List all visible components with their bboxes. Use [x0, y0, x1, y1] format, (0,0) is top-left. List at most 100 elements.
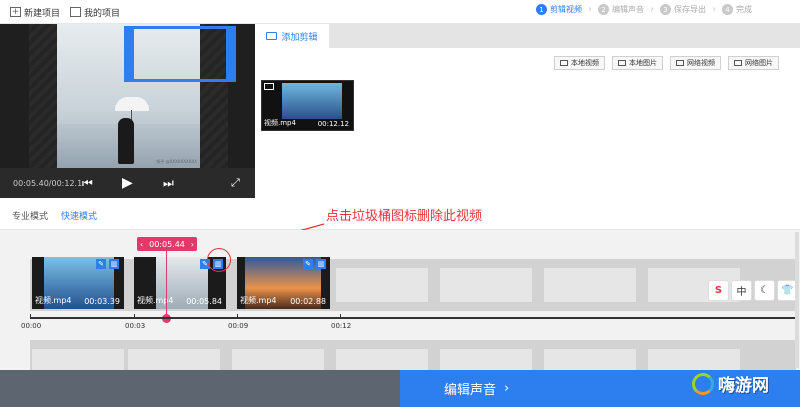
- local-image-button[interactable]: 本地图片: [612, 56, 663, 70]
- local-video-label: 本地视频: [571, 59, 599, 67]
- edit-icon[interactable]: ✎: [96, 259, 106, 269]
- ruler-label: 00:03: [125, 322, 146, 330]
- audio-track: [30, 340, 796, 370]
- step-save-export: 3 保存导出: [660, 4, 706, 15]
- step-number: 3: [660, 4, 671, 15]
- chevron-right-icon: ›: [650, 4, 654, 15]
- trash-icon[interactable]: ▥: [316, 259, 326, 269]
- trash-icon[interactable]: ▥: [109, 259, 119, 269]
- sogou-icon[interactable]: S: [708, 280, 729, 301]
- camera-icon: [264, 83, 274, 90]
- my-projects-button[interactable]: 我的项目: [70, 5, 120, 19]
- thumbnail-duration: 00:12.12: [317, 120, 349, 128]
- video-icon: [560, 60, 568, 66]
- empty-slot: [544, 268, 636, 302]
- step-number: 2: [598, 4, 609, 15]
- timeline: ✎ ▥ 视频.mp4 00:03.39 ✎ ▥ 视频.mp4 00:05.84 …: [0, 230, 800, 370]
- selected-clip-frame[interactable]: [124, 26, 236, 82]
- empty-slot: [336, 349, 428, 370]
- web-image-button[interactable]: 网络图片: [728, 56, 779, 70]
- step-label: 编辑声音: [612, 5, 644, 14]
- player-controls: 00:05.40/00:12.1 ⏮ ▶ ⏭ ⤢: [0, 168, 255, 198]
- chevron-right-icon: ›: [588, 4, 592, 15]
- web-video-label: 网络视频: [687, 59, 715, 67]
- ruler-label: 00:12: [331, 322, 352, 330]
- my-projects-label: 我的项目: [84, 8, 121, 19]
- thumbnail-image: [282, 83, 342, 119]
- ruler-tick: [237, 314, 238, 319]
- empty-slot: [32, 349, 124, 370]
- chevron-right-icon: ›: [712, 4, 716, 15]
- ruler-label: 00:00: [21, 322, 42, 330]
- pro-mode-tab[interactable]: 专业模式: [12, 209, 48, 222]
- edit-icon[interactable]: ✎: [303, 259, 313, 269]
- tab-add-clip-label: 添加剪辑: [281, 32, 318, 43]
- empty-slot: [544, 349, 636, 370]
- empty-slot: [232, 349, 324, 370]
- playhead-time-bubble: ‹ 00:05.44 ›: [137, 237, 197, 251]
- timeline-clip-1[interactable]: ✎ ▥ 视频.mp4 00:03.39: [32, 257, 124, 309]
- annotation-text: 点击垃圾桶图标删除此视频: [326, 209, 483, 224]
- image-icon: [618, 60, 626, 66]
- image-icon: [734, 60, 742, 66]
- highlight-circle: [207, 248, 231, 272]
- clip-duration: 00:02.88: [290, 297, 326, 306]
- step-label: 保存导出: [674, 5, 706, 14]
- ime-chinese-toggle[interactable]: 中: [731, 280, 752, 301]
- timeline-clip-3[interactable]: ✎ ▥ 视频.mp4 00:02.88: [237, 257, 330, 309]
- clip-duration: 00:03.39: [84, 297, 120, 306]
- ruler-tick: [340, 314, 341, 319]
- plus-icon: +: [10, 7, 21, 17]
- step-edit-audio: 2 编辑声音: [598, 4, 644, 15]
- empty-slot: [336, 268, 428, 302]
- umbrella-shape: [115, 97, 149, 111]
- new-project-button[interactable]: + 新建项目: [10, 5, 60, 19]
- empty-slot: [440, 349, 532, 370]
- letterbox-left: [29, 24, 57, 168]
- fullscreen-icon[interactable]: ⤢: [231, 176, 240, 190]
- step-label: 完成: [736, 5, 752, 14]
- step-done: 4 完成: [722, 4, 752, 15]
- ruler-label: 00:09: [228, 322, 249, 330]
- ime-toolbar: S 中 ☾ 👕: [708, 280, 800, 302]
- moon-icon[interactable]: ☾: [754, 280, 775, 301]
- logo-mark-icon: [692, 372, 714, 395]
- media-tab-bar: 添加剪辑: [255, 24, 800, 48]
- local-image-label: 本地图片: [629, 59, 657, 67]
- timeline-scrollbar[interactable]: [795, 232, 799, 368]
- chevron-left-icon[interactable]: ‹: [140, 240, 143, 249]
- clip-name: 视频.mp4: [240, 296, 277, 305]
- chevron-right-icon[interactable]: ›: [191, 240, 194, 249]
- fast-mode-tab[interactable]: 快速模式: [61, 209, 97, 222]
- step-number: 4: [722, 4, 733, 15]
- video-icon: [676, 60, 684, 66]
- media-thumbnail[interactable]: 视频.mp4 00:12.12: [261, 80, 354, 131]
- next-button-label: 编辑声音: [444, 383, 497, 398]
- playhead-line[interactable]: [166, 251, 167, 317]
- video-watermark: 知乎 @XXXXXXXXXX: [156, 159, 197, 164]
- step-label: 剪辑视频: [550, 5, 582, 14]
- tab-add-clip[interactable]: 添加剪辑: [255, 24, 329, 48]
- bottom-bar-left: [0, 370, 400, 407]
- ruler-tick: [30, 314, 31, 319]
- time-ruler: [30, 317, 796, 319]
- top-bar: + 新建项目 我的项目 1 剪辑视频 › 2 编辑声音 › 3 保存导出 › 4…: [0, 0, 800, 24]
- previous-icon[interactable]: ⏮: [82, 176, 93, 191]
- logo-text: 嗨游网: [718, 376, 769, 396]
- play-icon[interactable]: ▶: [122, 175, 133, 191]
- web-image-label: 网络图片: [745, 59, 773, 67]
- step-number: 1: [536, 4, 547, 15]
- chevron-right-icon: ›: [504, 381, 510, 396]
- empty-slot: [440, 268, 532, 302]
- camera-icon: [266, 32, 278, 40]
- clip-duration: 00:05.84: [186, 297, 222, 306]
- local-video-button[interactable]: 本地视频: [554, 56, 605, 70]
- web-video-button[interactable]: 网络视频: [670, 56, 721, 70]
- playhead-time: 00:05.44: [149, 239, 185, 249]
- empty-slot: [648, 349, 740, 370]
- next-icon[interactable]: ⏭: [163, 176, 174, 191]
- new-project-label: 新建项目: [24, 8, 61, 19]
- thumbnail-name: 视频.mp4: [264, 119, 296, 127]
- clip-name: 视频.mp4: [35, 296, 72, 305]
- step-edit-video: 1 剪辑视频: [536, 4, 582, 15]
